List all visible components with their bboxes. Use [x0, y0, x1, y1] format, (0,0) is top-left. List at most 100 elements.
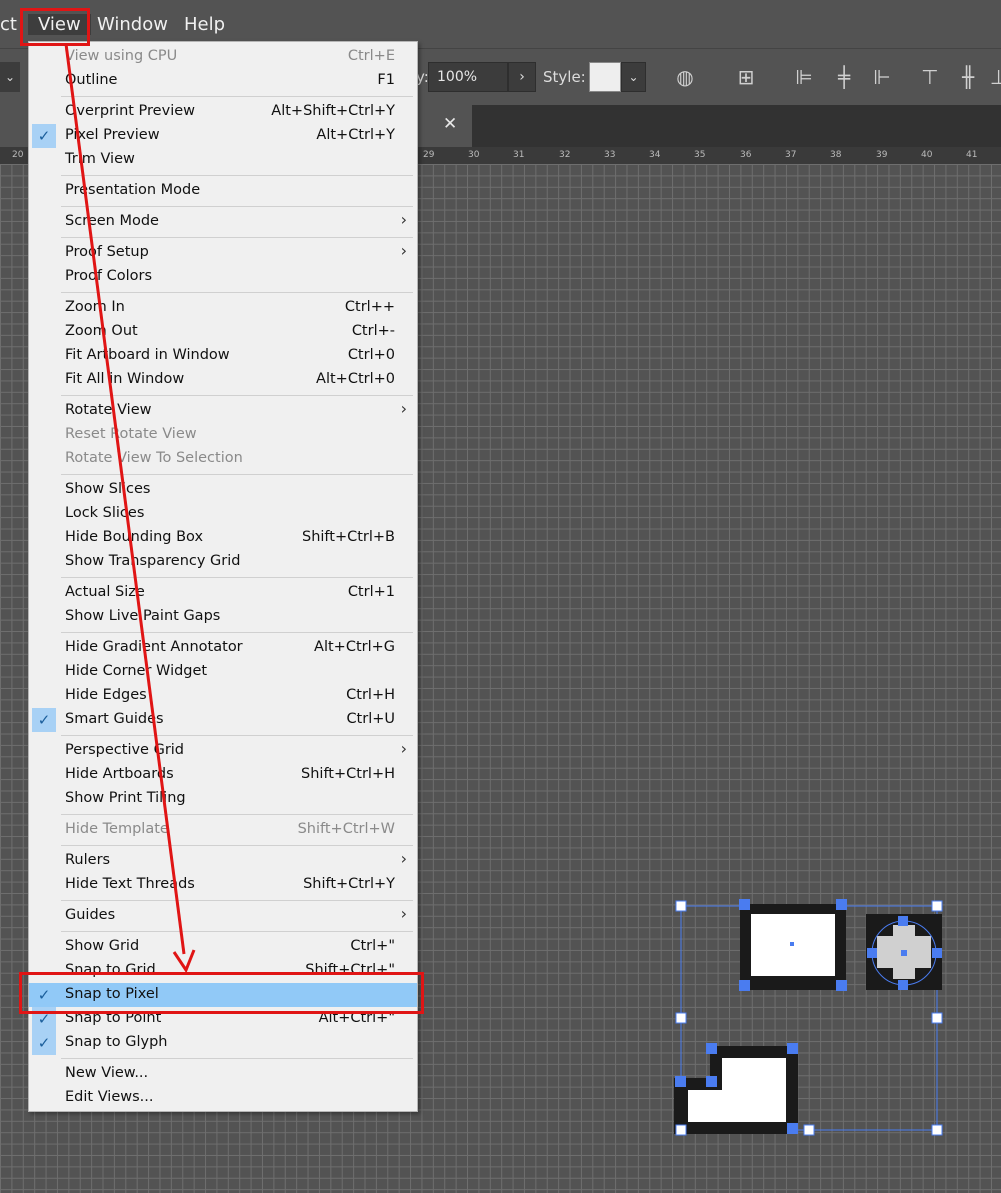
chevron-right-icon: › [400, 739, 407, 758]
menu-separator [61, 735, 413, 736]
menu-item-label: Smart Guides [65, 711, 164, 727]
menu-item-rotate-view[interactable]: Rotate View › [29, 399, 417, 423]
menu-item-label: Trim View [65, 151, 135, 167]
menu-separator [61, 632, 413, 633]
menu-item-label: View using CPU [65, 48, 178, 64]
menu-item-shortcut: Alt+Ctrl+Y [316, 127, 395, 143]
menu-item-new-view[interactable]: New View... [29, 1062, 417, 1086]
menu-item-label: Rulers [65, 852, 111, 868]
menu-item-rulers[interactable]: Rulers › [29, 849, 417, 873]
menu-item-overprint-preview[interactable]: Overprint Preview Alt+Shift+Ctrl+Y [29, 100, 417, 124]
menu-item-shortcut: Ctrl+1 [347, 584, 395, 600]
menu-item-label: Zoom Out [65, 323, 138, 339]
menu-item-zoom-out[interactable]: Zoom Out Ctrl+- [29, 320, 417, 344]
menu-item-label: Hide Artboards [65, 766, 174, 782]
menu-item-proof-colors[interactable]: Proof Colors [29, 265, 417, 289]
menu-item-label: Rotate View [65, 402, 152, 418]
menu-item-shortcut: Shift+Ctrl+B [301, 529, 395, 545]
menu-separator [61, 96, 413, 97]
menu-item-shortcut: Ctrl+H [346, 687, 395, 703]
menu-item-label: New View... [65, 1065, 149, 1081]
menu-item-actual-size[interactable]: Actual Size Ctrl+1 [29, 581, 417, 605]
menu-item-shortcut: Ctrl+U [346, 711, 395, 727]
selected-artwork[interactable] [674, 899, 943, 1136]
menu-item-label: Hide Corner Widget [65, 663, 208, 679]
menu-item-shortcut: Shift+Ctrl+Y [303, 876, 395, 892]
chevron-right-icon: › [400, 849, 407, 868]
menu-item-proof-setup[interactable]: Proof Setup › [29, 241, 417, 265]
menu-item-fit-artboard-in-window[interactable]: Fit Artboard in Window Ctrl+0 [29, 344, 417, 368]
menu-item-shortcut: Ctrl+E [347, 48, 395, 64]
menu-item-label: Actual Size [65, 584, 145, 600]
menu-item-label: Proof Setup [65, 244, 149, 260]
menu-item-hide-artboards[interactable]: Hide Artboards Shift+Ctrl+H [29, 763, 417, 787]
chevron-right-icon: › [400, 904, 407, 923]
menu-item-label: Edit Views... [65, 1089, 154, 1105]
menu-item-label: Show Transparency Grid [65, 553, 241, 569]
menu-item-label: Show Live Paint Gaps [65, 608, 221, 624]
menu-item-label: Proof Colors [65, 268, 152, 284]
menu-item-label: Presentation Mode [65, 182, 201, 198]
menu-item-presentation-mode[interactable]: Presentation Mode [29, 179, 417, 203]
menu-item-shortcut: Shift+Ctrl+H [301, 766, 395, 782]
annotation-highlight-view [20, 8, 90, 46]
menu-item-label: Lock Slices [65, 505, 145, 521]
menu-item-hide-gradient-annotator[interactable]: Hide Gradient Annotator Alt+Ctrl+G [29, 636, 417, 660]
menu-item-hide-corner-widget[interactable]: Hide Corner Widget [29, 660, 417, 684]
menu-separator [61, 845, 413, 846]
menu-separator [61, 395, 413, 396]
menu-item-label: Pixel Preview [65, 127, 160, 143]
menu-item-label: Zoom In [65, 299, 125, 315]
menu-item-shortcut: Shift+Ctrl+W [297, 821, 395, 837]
menu-item-show-transparency-grid[interactable]: Show Transparency Grid [29, 550, 417, 574]
menu-item-guides[interactable]: Guides › [29, 904, 417, 928]
checkmark-icon: ✓ [32, 708, 56, 732]
menu-item-screen-mode[interactable]: Screen Mode › [29, 210, 417, 234]
annotation-highlight-snap-to-pixel [19, 972, 424, 1014]
menu-item-reset-rotate-view: Reset Rotate View [29, 423, 417, 447]
menu-item-label: Show Slices [65, 481, 151, 497]
menu-separator [61, 237, 413, 238]
menu-separator [61, 175, 413, 176]
menu-item-pixel-preview[interactable]: ✓ Pixel Preview Alt+Ctrl+Y [29, 124, 417, 148]
menu-item-shortcut: Ctrl+0 [347, 347, 395, 363]
menu-item-trim-view[interactable]: Trim View [29, 148, 417, 172]
menu-item-outline[interactable]: Outline F1 [29, 69, 417, 93]
chevron-right-icon: › [400, 210, 407, 229]
menu-item-show-live-paint-gaps[interactable]: Show Live Paint Gaps [29, 605, 417, 629]
menu-item-hide-bounding-box[interactable]: Hide Bounding Box Shift+Ctrl+B [29, 526, 417, 550]
menu-item-lock-slices[interactable]: Lock Slices [29, 502, 417, 526]
menu-item-show-grid[interactable]: Show Grid Ctrl+" [29, 935, 417, 959]
menu-item-label: Perspective Grid [65, 742, 185, 758]
menu-item-show-slices[interactable]: Show Slices [29, 478, 417, 502]
menu-item-show-print-tiling[interactable]: Show Print Tiling [29, 787, 417, 811]
menu-item-label: Fit All in Window [65, 371, 185, 387]
menu-item-label: Hide Text Threads [65, 876, 195, 892]
menu-item-perspective-grid[interactable]: Perspective Grid › [29, 739, 417, 763]
checkmark-icon: ✓ [32, 1031, 56, 1055]
menu-item-zoom-in[interactable]: Zoom In Ctrl++ [29, 296, 417, 320]
menu-item-rotate-view-to-selection: Rotate View To Selection [29, 447, 417, 471]
menu-item-label: Reset Rotate View [65, 426, 197, 442]
menu-item-shortcut: Alt+Ctrl+0 [316, 371, 395, 387]
menu-separator [61, 900, 413, 901]
menu-item-label: Hide Bounding Box [65, 529, 204, 545]
menu-item-label: Rotate View To Selection [65, 450, 243, 466]
menu-item-label: Guides [65, 907, 116, 923]
menu-item-label: Hide Edges [65, 687, 147, 703]
menu-item-shortcut: Alt+Ctrl+G [314, 639, 395, 655]
menu-item-snap-to-glyph[interactable]: ✓ Snap to Glyph [29, 1031, 417, 1055]
menu-separator [61, 474, 413, 475]
menu-separator [61, 814, 413, 815]
menu-item-label: Snap to Glyph [65, 1034, 168, 1050]
menu-item-hide-text-threads[interactable]: Hide Text Threads Shift+Ctrl+Y [29, 873, 417, 897]
menu-separator [61, 206, 413, 207]
menu-item-shortcut: Alt+Shift+Ctrl+Y [271, 103, 395, 119]
menu-item-smart-guides[interactable]: ✓ Smart Guides Ctrl+U [29, 708, 417, 732]
menu-item-label: Show Grid [65, 938, 140, 954]
menu-separator [61, 292, 413, 293]
menu-item-shortcut: Ctrl+" [350, 938, 395, 954]
menu-item-hide-edges[interactable]: Hide Edges Ctrl+H [29, 684, 417, 708]
menu-item-fit-all-in-window[interactable]: Fit All in Window Alt+Ctrl+0 [29, 368, 417, 392]
menu-item-edit-views[interactable]: Edit Views... [29, 1086, 417, 1110]
